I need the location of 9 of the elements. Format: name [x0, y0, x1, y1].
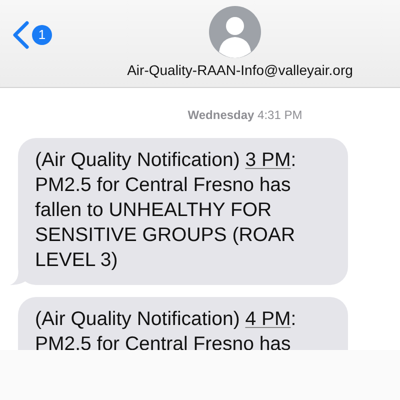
time-link[interactable]: 3 PM	[245, 149, 291, 171]
message-text: (Air Quality Notification) 4 PM: PM2.5 for Central Fresno has	[35, 307, 298, 350]
message-timestamp: Wednesday 4:31 PM	[188, 107, 302, 124]
time-link[interactable]: 4 PM	[245, 308, 291, 330]
contact-name[interactable]: Air-Quality-RAAN-Info@valleyair.org	[127, 60, 353, 81]
contact-avatar[interactable]	[209, 6, 261, 58]
unread-badge[interactable]: 1	[32, 25, 52, 45]
back-chevron-icon[interactable]	[12, 21, 30, 49]
message-text: (Air Quality Notification) 3 PM: PM2.5 for Central Fresno has fallen to UNHEALTHY FOR SENSITIVE GROUPS (ROAR LEVEL 3)	[35, 148, 298, 273]
